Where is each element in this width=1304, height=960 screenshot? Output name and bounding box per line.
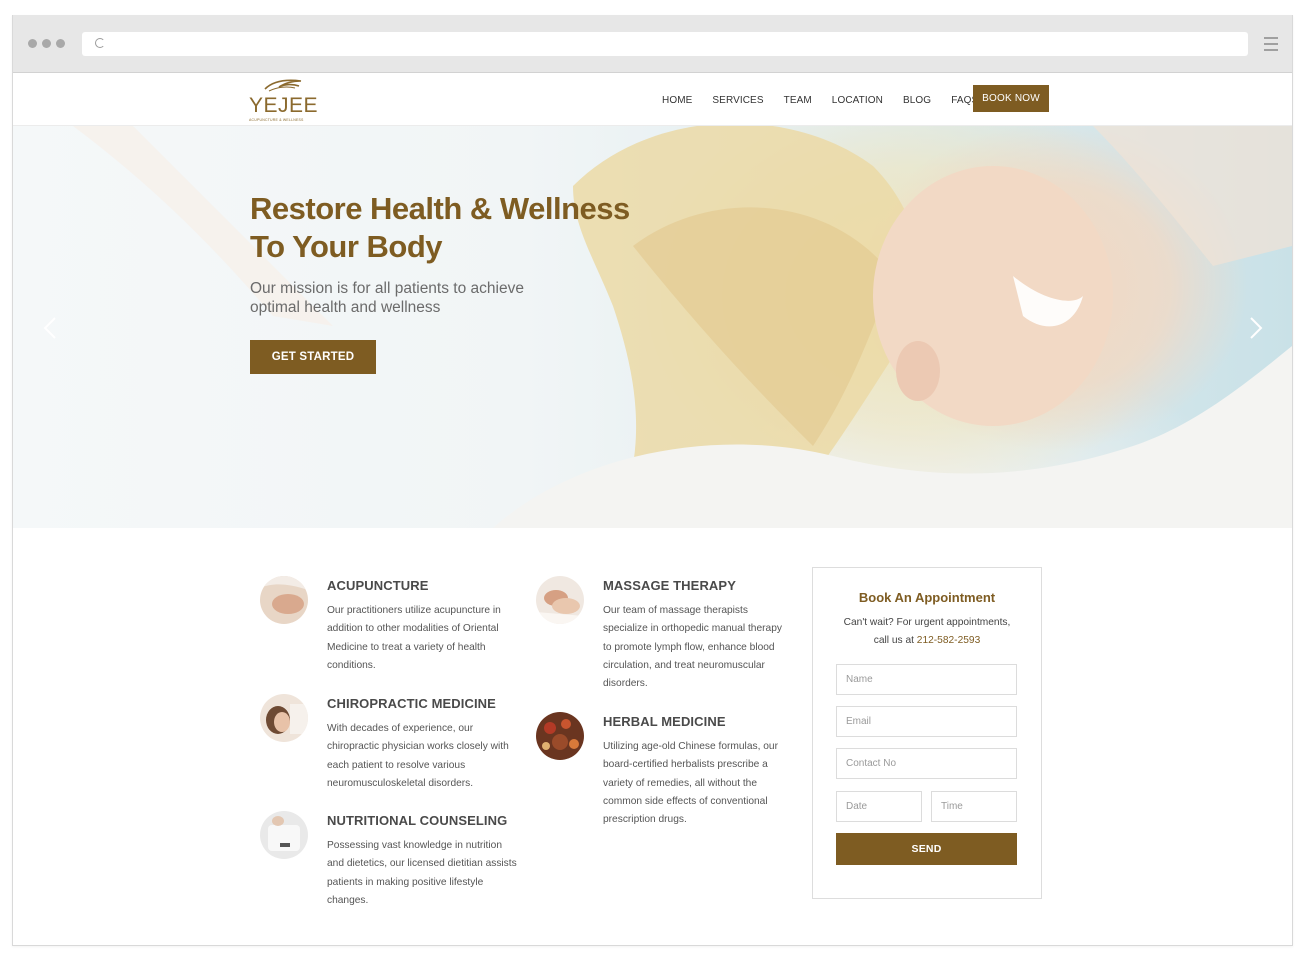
service-description: Possessing vast knowledge in nutrition a… [327,840,517,906]
slider-prev-arrow-icon[interactable] [43,316,57,340]
nav-team[interactable]: TEAM [784,95,812,106]
herbal-thumbnail [536,712,584,760]
nav-location[interactable]: LOCATION [832,95,883,106]
service-title[interactable]: NUTRITIONAL COUNSELING [327,813,507,828]
booking-form: Book An Appointment Can't wait? For urge… [812,567,1042,899]
hero-slider: Restore Health & Wellness To Your Body O… [13,126,1292,528]
date-field[interactable]: Date [836,791,922,822]
service-title[interactable]: CHIROPRACTIC MEDICINE [327,696,496,711]
send-button[interactable]: SEND [836,833,1017,865]
chiropractic-thumbnail [260,694,308,742]
service-description: Our practitioners utilize acupuncture in… [327,605,501,671]
hero-subtitle: Our mission is for all patients to achie… [250,280,524,316]
service-title[interactable]: MASSAGE THERAPY [603,578,736,593]
window-dot-icon[interactable] [56,39,65,48]
service-description: With decades of experience, our chiropra… [327,723,509,789]
main-nav: HOME SERVICES TEAM LOCATION BLOG FAQS [662,95,998,106]
browser-toolbar [13,15,1292,73]
window-dot-icon[interactable] [42,39,51,48]
service-title[interactable]: ACUPUNCTURE [327,578,429,593]
book-now-button[interactable]: BOOK NOW [973,85,1049,112]
hero-title: Restore Health & Wellness To Your Body [250,191,630,264]
time-field[interactable]: Time [931,791,1017,822]
email-field[interactable]: Email [836,706,1017,737]
nav-blog[interactable]: BLOG [903,95,931,106]
service-description: Utilizing age-old Chinese formulas, our … [603,741,778,826]
acupuncture-thumbnail [260,576,308,624]
logo[interactable]: YEJEE ACUPUNCTURE & WELLNESS [249,77,318,123]
logo-text: YEJEE [249,94,319,117]
slider-next-arrow-icon[interactable] [1249,316,1263,340]
nav-home[interactable]: HOME [662,95,692,106]
booking-form-title: Book An Appointment [858,590,996,605]
phone-link[interactable]: 212-582-2593 [917,635,980,646]
site-header: YEJEE ACUPUNCTURE & WELLNESS HOME SERVIC… [13,73,1292,126]
get-started-button[interactable]: GET STARTED [250,340,376,374]
nav-services[interactable]: SERVICES [712,95,763,106]
service-description: Our team of massage therapists specializ… [603,605,782,690]
logo-tagline: ACUPUNCTURE & WELLNESS [249,118,304,122]
reload-icon[interactable] [95,38,105,48]
booking-form-note: Can't wait? For urgent appointments, cal… [843,617,1011,646]
hero-image [73,126,1292,528]
nutrition-thumbnail [260,811,308,859]
window-controls [28,39,65,48]
address-bar[interactable] [82,32,1248,56]
service-title[interactable]: HERBAL MEDICINE [603,714,726,729]
browser-menu-icon[interactable] [1264,37,1278,55]
name-field[interactable]: Name [836,664,1017,695]
massage-thumbnail [536,576,584,624]
logo-swirl-icon [264,79,302,92]
contact-field[interactable]: Contact No [836,748,1017,779]
window-dot-icon[interactable] [28,39,37,48]
